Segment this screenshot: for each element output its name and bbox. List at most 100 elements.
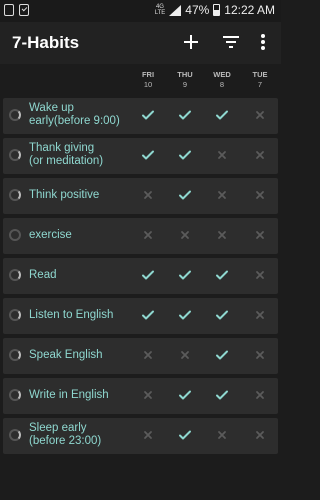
- cross-icon[interactable]: [252, 267, 268, 283]
- habit-name: Think positive: [29, 189, 149, 202]
- habit-name-line: exercise: [29, 229, 72, 241]
- page-title: 7-Habits: [12, 33, 80, 52]
- habit-name-line: Think positive: [29, 189, 100, 201]
- clipboard-check-icon: [19, 4, 29, 16]
- check-icon[interactable]: [140, 107, 156, 123]
- habit-score-ring-icon: [9, 109, 21, 121]
- cross-icon[interactable]: [252, 107, 268, 123]
- check-icon[interactable]: [214, 307, 230, 323]
- cross-icon[interactable]: [252, 427, 268, 443]
- habit-score-ring-icon: [9, 149, 21, 161]
- cross-icon[interactable]: [252, 187, 268, 203]
- habit-name: Listen to English: [29, 309, 149, 322]
- check-icon[interactable]: [214, 107, 230, 123]
- more-options-button[interactable]: [251, 30, 275, 54]
- day-header-thu: THU 9: [167, 70, 203, 90]
- check-icon[interactable]: [177, 387, 193, 403]
- check-icon[interactable]: [214, 267, 230, 283]
- cross-icon[interactable]: [252, 387, 268, 403]
- cross-icon[interactable]: [214, 147, 230, 163]
- check-icon[interactable]: [177, 187, 193, 203]
- filter-icon: [223, 36, 239, 48]
- day-label: FRI: [141, 70, 155, 79]
- check-icon[interactable]: [177, 267, 193, 283]
- habit-score-ring-icon: [9, 189, 21, 201]
- habit-score-ring-icon: [9, 389, 21, 401]
- habit-row[interactable]: Thank giving (or meditation): [3, 138, 278, 174]
- habit-row[interactable]: exercise: [3, 218, 278, 254]
- habit-row[interactable]: Think positive: [3, 178, 278, 214]
- add-habit-button[interactable]: [179, 30, 203, 54]
- habit-name-line: early(before 9:00): [29, 115, 120, 127]
- cross-icon[interactable]: [252, 147, 268, 163]
- habit-name-line: Sleep early: [29, 422, 87, 434]
- check-icon[interactable]: [214, 347, 230, 363]
- filter-button[interactable]: [219, 30, 243, 54]
- check-icon[interactable]: [177, 107, 193, 123]
- habit-score-ring-icon: [9, 229, 21, 241]
- cross-icon[interactable]: [177, 227, 193, 243]
- check-icon[interactable]: [140, 147, 156, 163]
- day-header-wed: WED 8: [204, 70, 240, 90]
- day-label: THU: [177, 70, 193, 79]
- day-header-fri: FRI 10: [130, 70, 166, 90]
- habit-name-line: (or meditation): [29, 155, 104, 167]
- status-bar: 4G LTE 47% 12:22 AM: [0, 0, 281, 22]
- day-date: 10: [143, 80, 153, 89]
- battery-icon: [213, 4, 221, 16]
- day-label: WED: [213, 70, 231, 79]
- cross-icon[interactable]: [140, 387, 156, 403]
- habit-name-line: (before 23:00): [29, 435, 102, 447]
- more-vert-icon: [261, 34, 265, 50]
- habit-name-line: Listen to English: [29, 309, 114, 321]
- habit-name-line: Speak English: [29, 349, 103, 361]
- clock: 12:22 AM: [224, 3, 275, 17]
- check-icon[interactable]: [140, 307, 156, 323]
- habit-name-line: Read: [29, 269, 57, 281]
- cross-icon[interactable]: [214, 427, 230, 443]
- cross-icon[interactable]: [252, 347, 268, 363]
- check-icon[interactable]: [177, 427, 193, 443]
- cross-icon[interactable]: [214, 227, 230, 243]
- cross-icon[interactable]: [177, 347, 193, 363]
- habit-name: Wake up early(before 9:00): [29, 102, 149, 128]
- habit-name: Sleep early (before 23:00): [29, 422, 149, 448]
- check-icon[interactable]: [140, 267, 156, 283]
- shield-icon: [4, 4, 14, 16]
- habit-score-ring-icon: [9, 309, 21, 321]
- cross-icon[interactable]: [140, 347, 156, 363]
- habit-row[interactable]: Wake up early(before 9:00): [3, 98, 278, 134]
- habit-name-line: Write in English: [29, 389, 109, 401]
- habit-name-line: Thank giving: [29, 142, 95, 154]
- cross-icon[interactable]: [252, 307, 268, 323]
- habit-score-ring-icon: [9, 429, 21, 441]
- cross-icon[interactable]: [140, 227, 156, 243]
- habit-score-ring-icon: [9, 269, 21, 281]
- day-date: 7: [257, 80, 263, 89]
- day-header-tue: TUE 7: [242, 70, 278, 90]
- day-date: 8: [219, 80, 225, 89]
- day-label: TUE: [252, 70, 268, 79]
- signal-icon: [169, 4, 182, 16]
- habit-name: Thank giving (or meditation): [29, 142, 149, 168]
- cross-icon[interactable]: [214, 187, 230, 203]
- day-date: 9: [182, 80, 188, 89]
- habit-name: exercise: [29, 229, 149, 242]
- habit-row[interactable]: Sleep early (before 23:00): [3, 418, 278, 454]
- check-icon[interactable]: [214, 387, 230, 403]
- battery-percent: 47%: [185, 3, 210, 17]
- habit-name-line: Wake up: [29, 102, 74, 114]
- cross-icon[interactable]: [140, 427, 156, 443]
- habit-row[interactable]: Write in English: [3, 378, 278, 414]
- cross-icon[interactable]: [252, 227, 268, 243]
- habit-row[interactable]: Speak English: [3, 338, 278, 374]
- habit-row[interactable]: Listen to English: [3, 298, 278, 334]
- habit-name: Speak English: [29, 349, 149, 362]
- habit-row[interactable]: Read: [3, 258, 278, 294]
- cross-icon[interactable]: [140, 187, 156, 203]
- habit-name: Read: [29, 269, 149, 282]
- check-icon[interactable]: [177, 147, 193, 163]
- network-indicator: 4G LTE: [154, 4, 166, 16]
- check-icon[interactable]: [177, 307, 193, 323]
- add-icon: [184, 35, 198, 49]
